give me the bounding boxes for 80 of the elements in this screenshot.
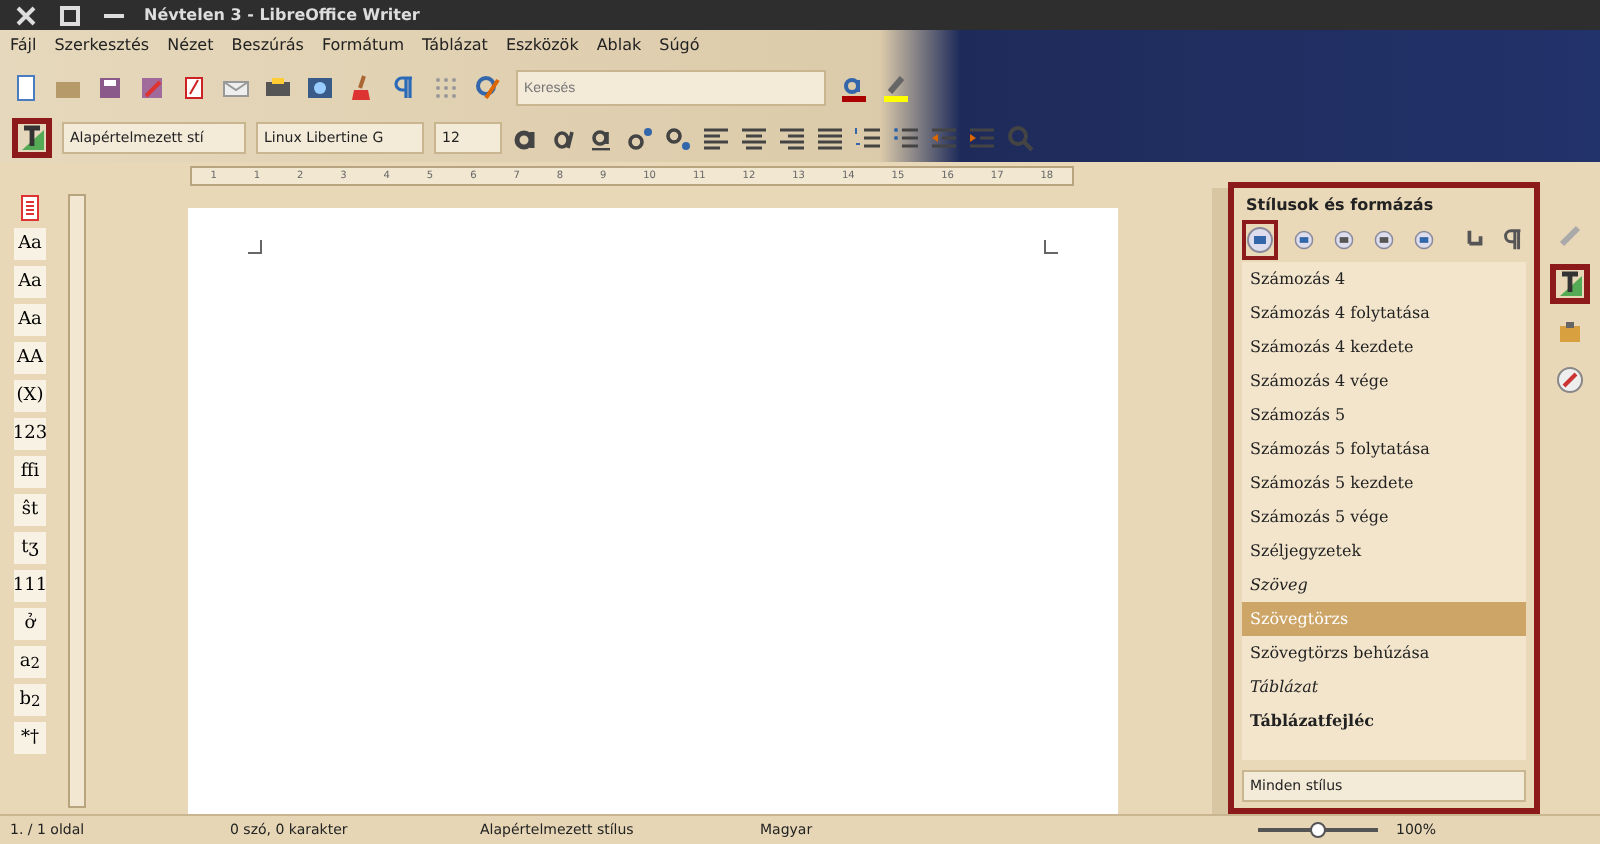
align-right-icon[interactable] (778, 124, 806, 152)
style-list-item[interactable]: Számozás 5 vége (1242, 500, 1526, 534)
increase-indent-icon[interactable] (968, 124, 996, 152)
style-family-button[interactable] (1242, 220, 1278, 260)
margin-corner-mark (248, 240, 262, 254)
numbered-list-icon[interactable] (854, 124, 882, 152)
page-icon[interactable] (16, 194, 44, 222)
subscript-icon[interactable] (664, 124, 692, 152)
style-family-icon (1374, 226, 1394, 254)
glyph-button[interactable]: ở (14, 608, 46, 640)
glyph-button[interactable]: 111 (14, 570, 46, 602)
menu-item[interactable]: Ablak (596, 36, 642, 56)
close-icon[interactable] (12, 1, 40, 29)
glyph-button[interactable]: Aa (14, 304, 46, 336)
glyph-button[interactable]: *† (14, 722, 46, 754)
zoom-slider-thumb[interactable] (1310, 822, 1326, 838)
menu-item[interactable]: Táblázat (422, 36, 488, 56)
scrollbar[interactable] (1212, 188, 1228, 814)
glyph-button[interactable]: tʒ (14, 532, 46, 564)
style-family-button[interactable] (1370, 226, 1398, 254)
glyph-button[interactable]: (X) (14, 380, 46, 412)
style-list-item[interactable]: Táblázatfejléc (1242, 704, 1526, 738)
toolbox-icon (1556, 318, 1584, 346)
align-center-icon[interactable] (740, 124, 768, 152)
maximize-icon[interactable] (56, 1, 84, 29)
save-icon[interactable] (96, 74, 124, 102)
style-family-button[interactable] (1410, 226, 1438, 254)
style-family-icon (1246, 226, 1274, 254)
text-style-icon (1556, 270, 1584, 298)
menu-item[interactable]: Súgó (659, 36, 700, 56)
menu-item[interactable]: Nézet (167, 36, 214, 56)
style-list-item[interactable]: Számozás 4 (1242, 262, 1526, 296)
style-list-item[interactable]: Számozás 4 folytatása (1242, 296, 1526, 330)
sidebar-tab[interactable] (1550, 264, 1590, 304)
margin-corner-mark (1044, 240, 1058, 254)
align-left-icon[interactable] (702, 124, 730, 152)
brush-icon[interactable] (348, 74, 376, 102)
bullet-list-icon[interactable] (892, 124, 920, 152)
pdf-icon[interactable] (180, 74, 208, 102)
style-list-item[interactable]: Számozás 5 kezdete (1242, 466, 1526, 500)
style-family-icon (1414, 226, 1434, 254)
preview-icon[interactable] (306, 74, 334, 102)
style-family-icon (1334, 226, 1354, 254)
style-list-item[interactable]: Számozás 5 folytatása (1242, 432, 1526, 466)
superscript-icon[interactable] (626, 124, 654, 152)
pilcrow-icon[interactable] (390, 74, 418, 102)
document-icon[interactable] (12, 74, 40, 102)
menu-item[interactable]: Formátum (321, 36, 405, 56)
panel-title: Stílusok és formázás (1244, 194, 1436, 218)
style-family-button[interactable] (1330, 226, 1358, 254)
print-icon[interactable] (264, 74, 292, 102)
glyph-button[interactable]: ffi (14, 456, 46, 488)
style-list[interactable] (1242, 262, 1526, 760)
style-list-item[interactable]: Táblázat (1242, 670, 1526, 704)
menu-item[interactable]: Eszközök (505, 36, 579, 56)
menu-item[interactable]: Fájl (10, 36, 37, 56)
glyph-button[interactable]: AA (14, 342, 46, 374)
style-list-item[interactable]: Szöveg (1242, 568, 1526, 602)
save-as-icon[interactable] (138, 74, 166, 102)
underline-icon[interactable] (588, 124, 616, 152)
glyph-button[interactable]: Aa (14, 228, 46, 260)
decrease-indent-icon[interactable] (930, 124, 958, 152)
glyph-button[interactable]: Aa (14, 266, 46, 298)
style-list-item[interactable]: Széljegyzetek (1242, 534, 1526, 568)
window-title: Névtelen 3 - LibreOffice Writer (144, 6, 420, 24)
style-list-item[interactable]: Szövegtörzs behúzása (1242, 636, 1526, 670)
menu-item[interactable]: Beszúrás (231, 36, 304, 56)
highlighter-icon[interactable] (882, 74, 910, 102)
style-family-icon (1294, 226, 1314, 254)
glyph-button[interactable]: ŝt (14, 494, 46, 526)
style-list-item[interactable]: Számozás 4 kezdete (1242, 330, 1526, 364)
spellcheck-icon[interactable] (474, 74, 502, 102)
glyph-button[interactable]: 123 (14, 418, 46, 450)
style-list-item[interactable]: Számozás 5 (1242, 398, 1526, 432)
new-style-icon[interactable] (1500, 226, 1526, 254)
font-color-icon[interactable] (840, 74, 868, 102)
menu-item[interactable]: Szerkesztés (54, 36, 150, 56)
style-list-item[interactable]: Számozás 4 vége (1242, 364, 1526, 398)
justify-icon[interactable] (816, 124, 844, 152)
style-family-button[interactable] (1290, 226, 1318, 254)
